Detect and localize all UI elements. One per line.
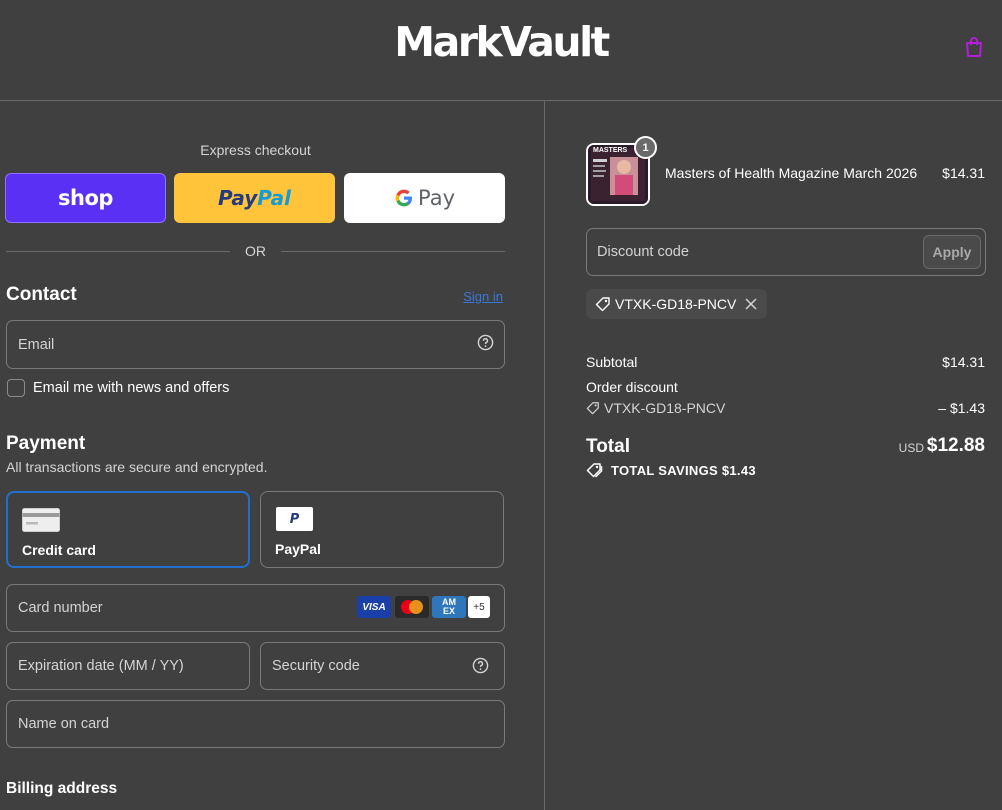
google-pay-logo: Pay xyxy=(394,186,455,210)
amex-icon: AM EX xyxy=(432,596,466,618)
tag-icon xyxy=(595,297,610,312)
help-icon[interactable] xyxy=(472,657,489,674)
security-code-field[interactable]: Security code xyxy=(260,642,505,690)
remove-discount-icon[interactable] xyxy=(744,297,758,311)
email-field[interactable]: Email xyxy=(6,320,505,369)
contact-heading: Contact xyxy=(6,284,77,305)
card-number-field[interactable]: Card number VISA AM EX +5 xyxy=(6,584,505,632)
store-logo[interactable]: MarkVault xyxy=(0,18,1002,66)
visa-icon: VISA xyxy=(357,596,391,618)
credit-card-option[interactable]: Credit card xyxy=(6,491,250,568)
name-on-card-field[interactable]: Name on card xyxy=(6,700,505,748)
newsletter-checkbox[interactable] xyxy=(7,379,25,397)
express-checkout-label: Express checkout xyxy=(200,142,311,158)
total-currency: USD xyxy=(898,441,924,455)
google-g-icon xyxy=(395,189,412,207)
total-label: Total xyxy=(586,436,630,457)
order-discount-code: VTXK-GD18-PNCV xyxy=(604,400,726,416)
shop-pay-logo: shop xyxy=(58,186,113,210)
total-savings: TOTAL SAVINGS $1.43 xyxy=(611,463,756,478)
paypal-icon: P xyxy=(276,507,313,531)
header: MarkVault xyxy=(0,0,1002,101)
apply-discount-button[interactable]: Apply xyxy=(923,235,981,269)
billing-address-heading: Billing address xyxy=(6,780,118,797)
more-cards-badge: +5 xyxy=(468,596,490,618)
help-icon[interactable] xyxy=(477,334,494,351)
google-pay-button[interactable]: Pay xyxy=(344,173,505,223)
product-price: $14.31 xyxy=(942,165,985,181)
savings-tag-icon xyxy=(586,463,603,478)
quantity-badge: 1 xyxy=(634,136,657,159)
order-discount-label: Order discount xyxy=(586,379,678,395)
shop-pay-button[interactable]: shop xyxy=(5,173,166,223)
product-name: Masters of Health Magazine March 2026 xyxy=(665,165,918,181)
paypal-logo: PayPal xyxy=(217,186,292,210)
paypal-option[interactable]: P PayPal xyxy=(260,491,504,568)
paypal-express-button[interactable]: PayPal xyxy=(174,173,335,223)
or-divider: OR xyxy=(6,243,505,261)
expiration-date-field[interactable]: Expiration date (MM / YY) xyxy=(6,642,250,690)
order-discount-value: – $1.43 xyxy=(938,400,985,416)
subtotal-label: Subtotal xyxy=(586,354,638,370)
newsletter-label[interactable]: Email me with news and offers xyxy=(33,380,229,396)
applied-discount-chip: VTXK-GD18-PNCV xyxy=(586,289,767,319)
shopping-bag-icon[interactable] xyxy=(962,35,986,59)
mastercard-icon xyxy=(395,596,429,618)
credit-card-icon xyxy=(22,508,60,532)
discount-code-field[interactable]: Discount code Apply xyxy=(586,228,986,276)
subtotal-value: $14.31 xyxy=(942,354,985,370)
payment-subtitle: All transactions are secure and encrypte… xyxy=(6,459,268,475)
payment-heading: Payment xyxy=(6,433,86,454)
total-value: $12.88 xyxy=(926,435,985,456)
checkout-form: Express checkout shop PayPal Pay OR Cont… xyxy=(0,101,545,810)
tag-icon xyxy=(586,402,599,415)
order-summary: MASTERS 1 Masters of Health Magazine Mar… xyxy=(546,101,1002,810)
sign-in-link[interactable]: Sign in xyxy=(463,289,503,304)
